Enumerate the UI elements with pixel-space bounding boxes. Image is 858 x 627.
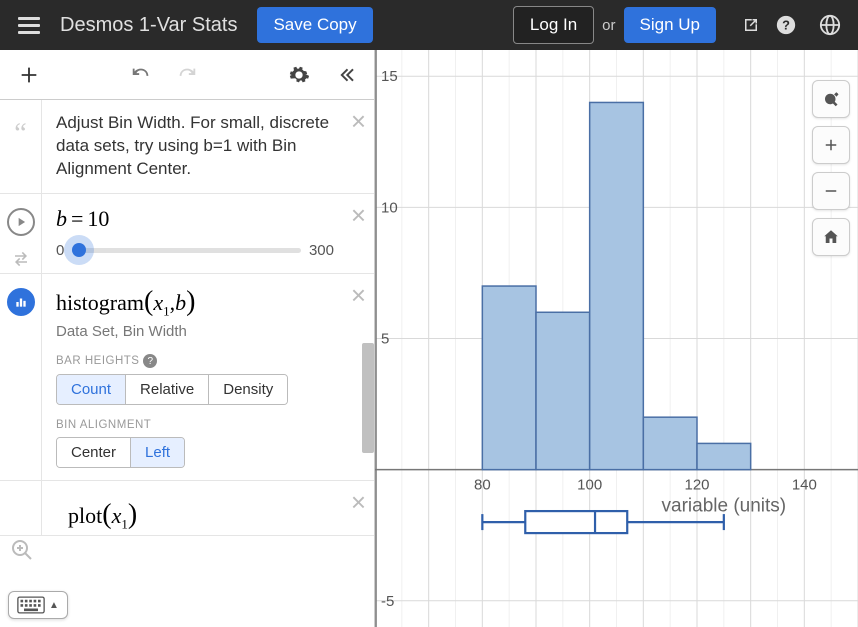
expression-math[interactable]: plot(x1) — [50, 499, 334, 532]
keyboard-toggle[interactable]: ▲ — [8, 591, 68, 619]
swap-icon[interactable] — [12, 250, 30, 273]
add-expression-button[interactable] — [6, 52, 52, 98]
graph-canvas[interactable]: 80 100 120 140 -5 5 10 15 variable (units) — [375, 50, 858, 627]
save-copy-button[interactable]: Save Copy — [257, 7, 372, 43]
app-title: Desmos 1-Var Stats — [60, 14, 237, 37]
svg-text:80: 80 — [474, 477, 491, 494]
login-button[interactable]: Log In — [513, 6, 594, 44]
scrollbar[interactable] — [360, 100, 374, 627]
signup-button[interactable]: Sign Up — [624, 7, 716, 43]
bar-heights-density[interactable]: Density — [209, 375, 287, 404]
expression-row-histogram[interactable]: 9 histogram(x1,b) Data Set, Bin Width BA… — [0, 274, 374, 481]
svg-text:100: 100 — [577, 477, 602, 494]
globe-icon[interactable] — [812, 7, 848, 43]
svg-text:-5: -5 — [381, 593, 394, 610]
collapse-panel-button[interactable] — [322, 52, 368, 98]
bin-alignment-group: Center Left — [56, 437, 185, 468]
expression-row-slider[interactable]: 8 b=10 0 — [0, 194, 374, 274]
play-animation-button[interactable] — [7, 208, 35, 236]
share-icon[interactable] — [724, 7, 760, 43]
home-button[interactable] — [812, 218, 850, 256]
bin-alignment-label: BIN ALIGNMENT — [56, 419, 334, 431]
graph-settings-button[interactable] — [812, 80, 850, 118]
expression-row-boxplot[interactable]: plot(x1) × — [0, 481, 374, 536]
chevron-up-icon: ▲ — [49, 600, 59, 611]
expression-row-note[interactable]: 7 “ Adjust Bin Width. For small, discret… — [0, 100, 374, 194]
zoom-in-button[interactable] — [812, 126, 850, 164]
menu-button[interactable] — [10, 9, 48, 42]
svg-text:15: 15 — [381, 68, 398, 85]
histogram-icon[interactable] — [7, 288, 35, 316]
slider-thumb[interactable] — [72, 243, 86, 257]
or-text: or — [602, 17, 615, 34]
expression-math[interactable]: b=10 — [56, 206, 334, 232]
svg-text:10: 10 — [381, 199, 398, 216]
bar-heights-count[interactable]: Count — [57, 375, 126, 404]
svg-text:120: 120 — [684, 477, 709, 494]
settings-button[interactable] — [276, 52, 322, 98]
scrollbar-thumb[interactable] — [362, 343, 374, 453]
expression-toolbar — [0, 50, 374, 100]
bin-alignment-left[interactable]: Left — [131, 438, 184, 467]
expression-math[interactable]: histogram(x1,b) — [56, 286, 334, 319]
expression-description: Data Set, Bin Width — [56, 323, 334, 340]
bar-heights-group: Count Relative Density — [56, 374, 288, 405]
slider-max[interactable]: 300 — [309, 242, 334, 259]
bar-heights-relative[interactable]: Relative — [126, 375, 209, 404]
note-icon: “ — [14, 114, 26, 148]
bar-heights-label: BAR HEIGHTS ? — [56, 354, 334, 368]
svg-text:140: 140 — [792, 477, 817, 494]
slider[interactable] — [72, 248, 301, 253]
help-icon[interactable]: ? — [768, 7, 804, 43]
svg-text:variable (units): variable (units) — [662, 496, 787, 517]
zoom-fit-button[interactable] — [10, 538, 34, 567]
svg-text:5: 5 — [381, 331, 389, 348]
slider-min[interactable]: 0 — [56, 242, 64, 259]
note-text[interactable]: Adjust Bin Width. For small, discrete da… — [56, 112, 334, 181]
redo-button[interactable] — [164, 52, 210, 98]
help-hint-icon[interactable]: ? — [143, 354, 157, 368]
svg-text:?: ? — [782, 18, 790, 33]
bin-alignment-center[interactable]: Center — [57, 438, 131, 467]
undo-button[interactable] — [118, 52, 164, 98]
zoom-out-button[interactable] — [812, 172, 850, 210]
